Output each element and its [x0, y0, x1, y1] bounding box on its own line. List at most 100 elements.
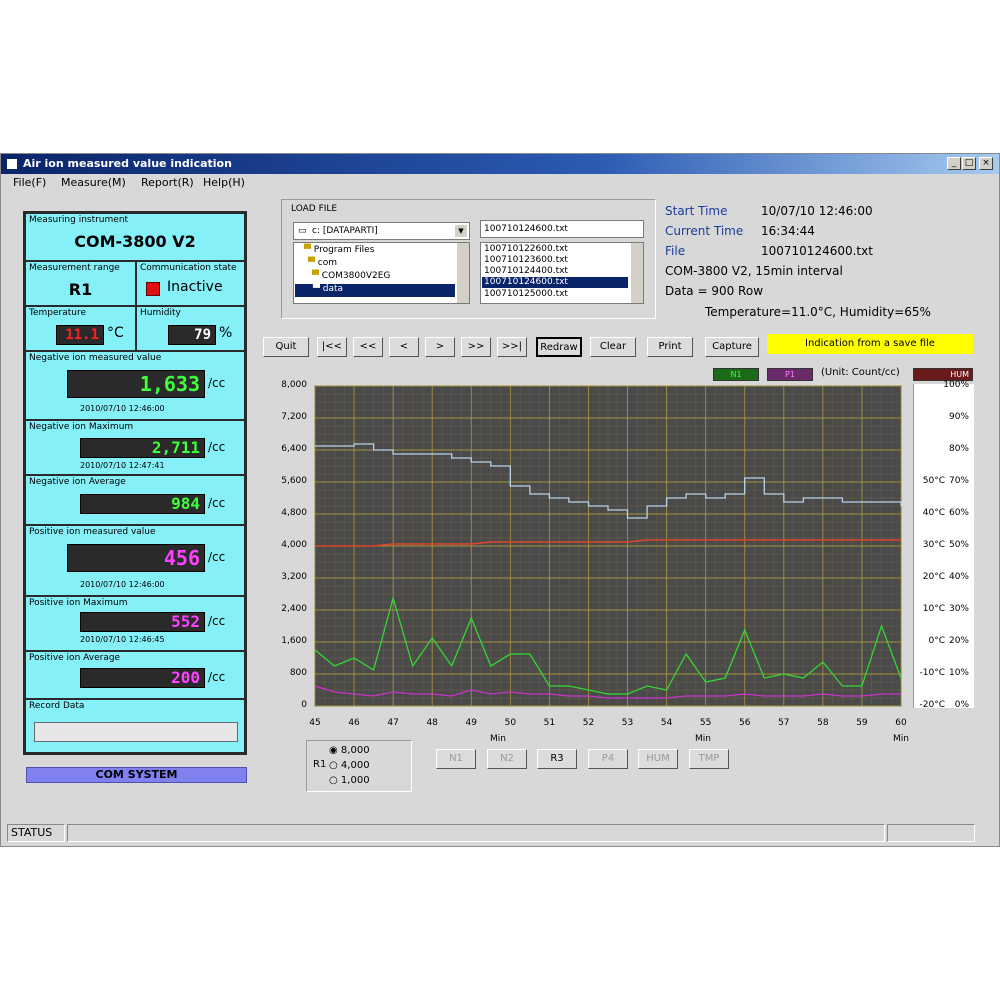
comm-cell: Communication state Inactive: [136, 261, 245, 306]
y-temp-tick-label: 40°C: [922, 508, 945, 518]
environment-info: Temperature=11.0°C, Humidity=65%: [705, 305, 931, 319]
system-label: COM SYSTEM: [26, 767, 247, 783]
y-right-tick-label: 100%: [943, 380, 969, 390]
neg-avg-label: Negative ion Average: [29, 477, 126, 487]
menu-help[interactable]: Help(H): [203, 176, 245, 189]
menu-measure[interactable]: Measure(M): [61, 176, 126, 189]
neg-avg-cell: Negative ion Average 984 /cc: [25, 475, 245, 525]
title-bar[interactable]: Air ion measured value indication _ □ ×: [1, 154, 999, 174]
radio-icon[interactable]: ◉: [329, 745, 338, 756]
current-time-label: Current Time: [665, 224, 744, 238]
capture-button[interactable]: Capture: [705, 337, 759, 357]
file-name-input[interactable]: 100710124600.txt: [480, 220, 644, 238]
x-axis-label-2: Min: [695, 734, 711, 744]
n2-button[interactable]: N2: [487, 749, 527, 769]
comm-status: Inactive: [167, 279, 223, 295]
first-button[interactable]: |<<: [317, 337, 347, 357]
file-item[interactable]: 100710124400.txt: [484, 266, 568, 276]
x-tick-label: 52: [582, 718, 595, 728]
comm-label: Communication state: [140, 263, 237, 273]
instrument-cell: Measuring instrument COM-3800 V2: [25, 213, 245, 261]
next-page-button[interactable]: >>: [461, 337, 491, 357]
y-tick-label: 4,800: [281, 508, 307, 518]
pos-max-label: Positive ion Maximum: [29, 598, 128, 608]
y-tick-label: 7,200: [281, 412, 307, 422]
app-icon: [7, 159, 17, 169]
x-tick-label: 48: [426, 718, 438, 728]
start-time-value: 10/07/10 12:46:00: [761, 204, 873, 218]
folder-item[interactable]: ▀ Program Files: [304, 245, 374, 255]
file-scrollbar[interactable]: [631, 243, 643, 303]
pos-max-unit: /cc: [208, 614, 226, 628]
tmp-button[interactable]: TMP: [689, 749, 729, 769]
close-button[interactable]: ×: [979, 157, 993, 170]
next-button[interactable]: >: [425, 337, 455, 357]
range-option[interactable]: ○ 4,000: [329, 760, 370, 771]
maximize-button[interactable]: □: [962, 157, 976, 170]
pos-measured-cell: Positive ion measured value 456 /cc 2010…: [25, 525, 245, 596]
neg-max-label: Negative ion Maximum: [29, 422, 134, 432]
minimize-button[interactable]: _: [947, 157, 961, 170]
menu-report[interactable]: Report(R): [141, 176, 194, 189]
y-temp-tick-label: 20°C: [922, 572, 945, 582]
menu-file[interactable]: File(F): [13, 176, 46, 189]
file-list[interactable]: 100710122600.txt 100710123600.txt 100710…: [480, 242, 644, 304]
x-tick-label: 46: [348, 718, 360, 728]
file-value: 100710124600.txt: [761, 244, 873, 258]
x-tick-label: 59: [856, 718, 868, 728]
comm-status-indicator: [146, 282, 160, 296]
folder-item[interactable]: ▀ COM3800V2EG: [312, 271, 390, 281]
y-temp-tick-label: 10°C: [922, 604, 945, 614]
y-tick-label: 6,400: [281, 444, 307, 454]
prev-button[interactable]: <: [389, 337, 419, 357]
folder-list[interactable]: ▀ Program Files ▀ com ▀ COM3800V2EG ▀ da…: [293, 242, 470, 304]
range-option[interactable]: ○ 1,000: [329, 775, 370, 786]
range-option[interactable]: ◉ 8,000: [329, 745, 370, 756]
y-temp-tick-label: -20°C: [919, 700, 945, 710]
radio-icon[interactable]: ○: [329, 760, 338, 771]
device-info: COM-3800 V2, 15min interval: [665, 264, 843, 278]
print-button[interactable]: Print: [647, 337, 693, 357]
file-item[interactable]: 100710122600.txt: [484, 244, 568, 254]
range-value: R1: [68, 280, 93, 299]
y-right-tick-label: 90%: [948, 412, 969, 422]
neg-max-display: 2,711: [80, 438, 205, 458]
y-tick-label: 5,600: [281, 476, 307, 486]
prev-page-button[interactable]: <<: [353, 337, 383, 357]
hum-button[interactable]: HUM: [638, 749, 678, 769]
file-item[interactable]: 100710125000.txt: [484, 289, 568, 299]
neg-max-time: 2010/07/10 12:47:41: [80, 461, 165, 470]
pos-max-time: 2010/07/10 12:46:45: [80, 635, 165, 644]
clear-button[interactable]: Clear: [590, 337, 636, 357]
r3-button[interactable]: R3: [537, 749, 577, 769]
quit-button[interactable]: Quit: [263, 337, 309, 357]
folder-item[interactable]: ▀ com: [308, 258, 337, 268]
folder-icon: ▀: [313, 284, 320, 294]
neg-avg-unit: /cc: [208, 496, 226, 510]
temperature-display: 11.1: [56, 325, 104, 345]
p4-button[interactable]: P4: [588, 749, 628, 769]
drive-select[interactable]: ▭ c: [DATAPARTI] ▼: [293, 222, 470, 240]
y-tick-label: 4,000: [281, 540, 307, 550]
file-item[interactable]: 100710123600.txt: [484, 255, 568, 265]
temperature-cell: Temperature 11.1 °C: [25, 306, 136, 351]
ion-chart: [314, 385, 902, 707]
folder-icon: ▀: [304, 245, 311, 255]
folder-scrollbar[interactable]: [457, 243, 469, 303]
last-button[interactable]: >>|: [497, 337, 527, 357]
radio-icon[interactable]: ○: [329, 775, 338, 786]
drive-value: c: [DATAPARTI]: [312, 226, 378, 236]
record-field[interactable]: [34, 722, 238, 742]
humidity-unit: %: [219, 325, 233, 341]
drive-icon: ▭: [298, 226, 307, 236]
y-tick-label: 0: [301, 700, 307, 710]
redraw-button[interactable]: Redraw: [536, 337, 582, 357]
file-item-selected[interactable]: 100710124600.txt: [482, 277, 628, 288]
y-tick-label: 3,200: [281, 572, 307, 582]
indication-banner: Indication from a save file: [767, 334, 973, 354]
folder-item-selected[interactable]: ▀ data: [295, 284, 455, 297]
humidity-cell: Humidity 79 %: [136, 306, 245, 351]
drive-dropdown-icon[interactable]: ▼: [455, 225, 467, 237]
humidity-label: Humidity: [140, 308, 181, 318]
n1-button[interactable]: N1: [436, 749, 476, 769]
